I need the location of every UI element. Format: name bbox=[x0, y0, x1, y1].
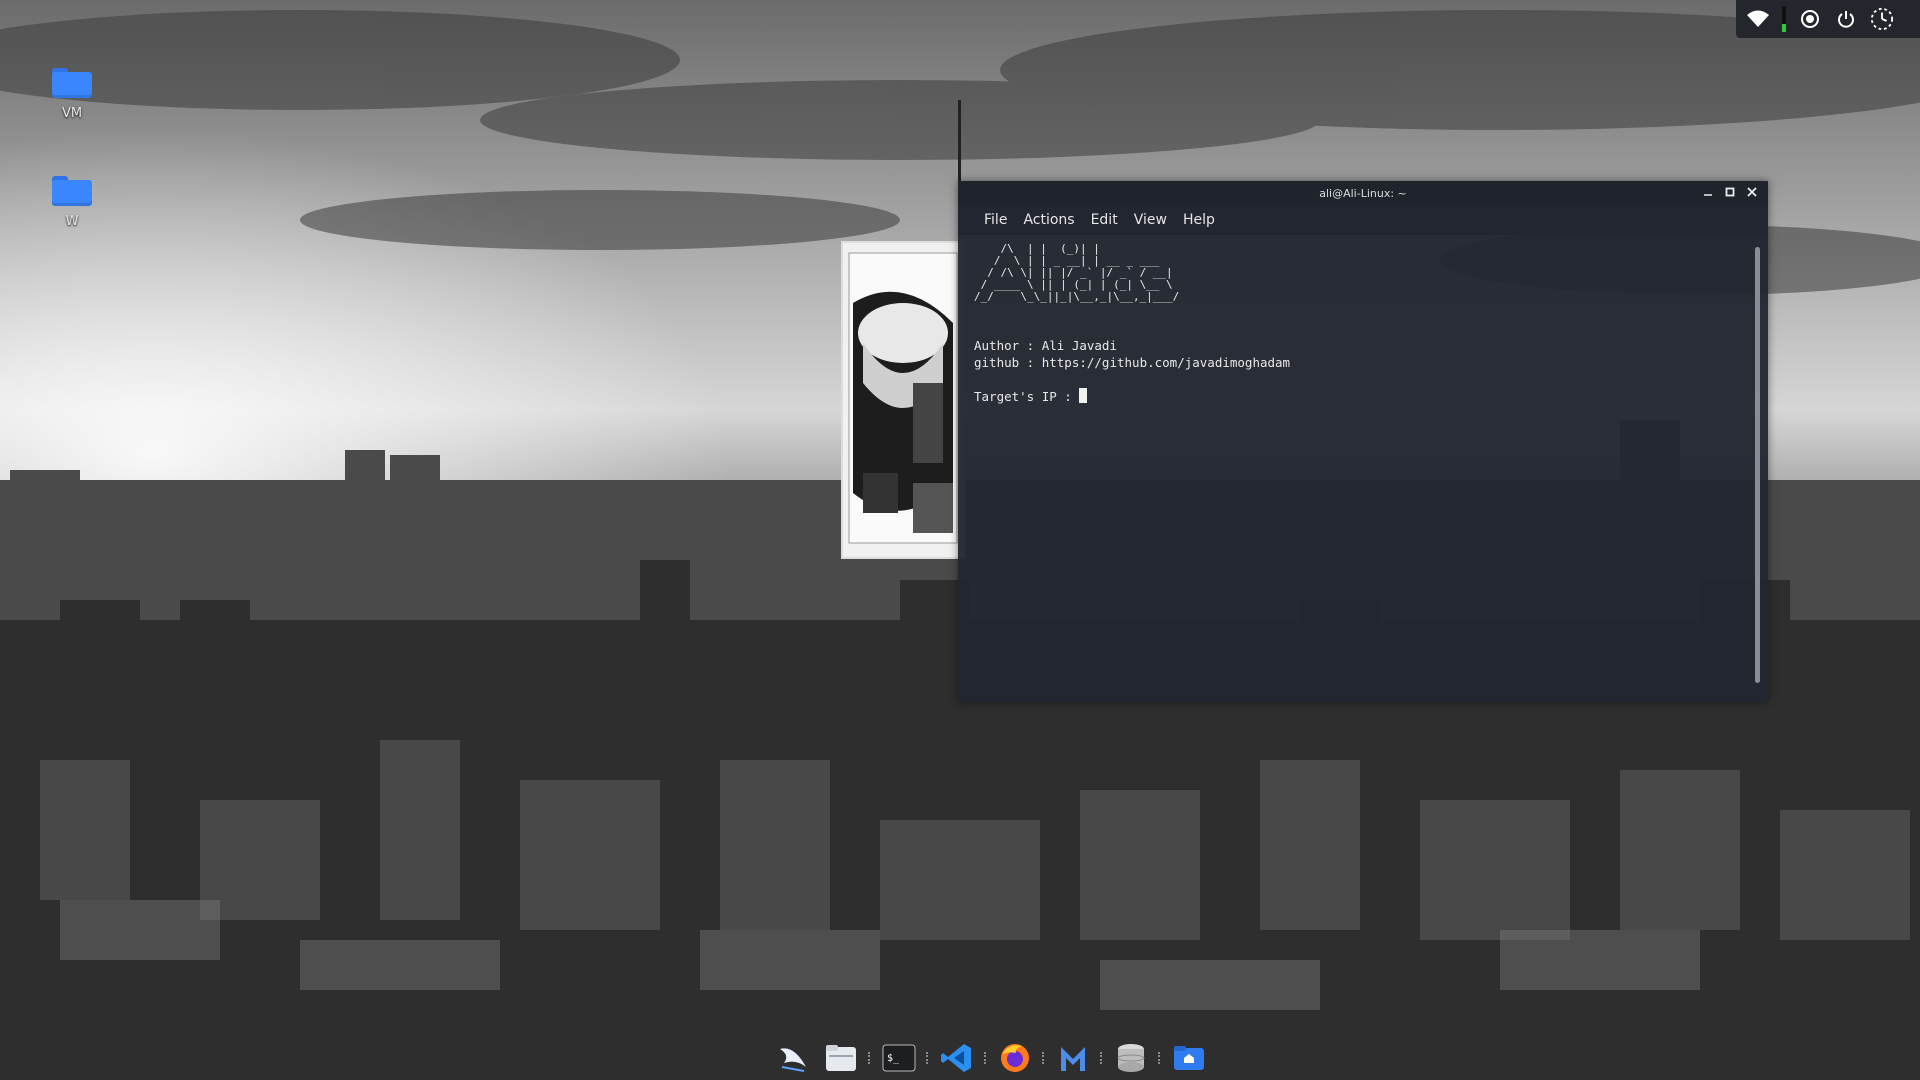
close-button[interactable] bbox=[1744, 184, 1760, 200]
kali-dragon-icon bbox=[780, 1048, 806, 1072]
terminal-menubar: File Actions Edit View Help bbox=[958, 205, 1768, 235]
dock-separator bbox=[926, 1052, 930, 1064]
maximize-button[interactable] bbox=[1722, 184, 1738, 200]
window-title: ali@Ali-Linux: ~ bbox=[1319, 186, 1407, 200]
dock-separator bbox=[868, 1052, 872, 1064]
close-icon bbox=[1747, 187, 1757, 197]
terminal-window[interactable]: ali@Ali-Linux: ~ File Actions Edit View … bbox=[958, 181, 1768, 702]
maltego-launcher[interactable] bbox=[1052, 1038, 1094, 1078]
terminal-launcher[interactable]: $_ bbox=[878, 1038, 920, 1078]
maltego-icon bbox=[1061, 1047, 1085, 1071]
record-icon[interactable] bbox=[1798, 7, 1822, 31]
vscode-launcher[interactable] bbox=[936, 1038, 978, 1078]
memory-meter bbox=[1782, 6, 1786, 32]
kali-dragon-launcher[interactable] bbox=[772, 1038, 814, 1078]
mask-poster-image bbox=[841, 241, 965, 559]
dock-separator bbox=[984, 1052, 988, 1064]
folder-icon bbox=[52, 68, 92, 100]
vscode-icon bbox=[941, 1044, 971, 1072]
folder-icon bbox=[52, 176, 92, 208]
dock-separator bbox=[1158, 1052, 1162, 1064]
menu-help[interactable]: Help bbox=[1175, 208, 1223, 232]
firefox-icon bbox=[1001, 1044, 1029, 1072]
terminal-icon: $_ bbox=[882, 1044, 916, 1072]
menu-file[interactable]: File bbox=[976, 208, 1015, 232]
home-folder-launcher[interactable] bbox=[1168, 1038, 1210, 1078]
desktop-folder-label: W bbox=[65, 214, 79, 229]
minimize-button[interactable] bbox=[1700, 184, 1716, 200]
database-launcher[interactable] bbox=[1110, 1038, 1152, 1078]
svg-text:$_: $_ bbox=[887, 1053, 900, 1064]
desktop-folder-label: VM bbox=[61, 106, 83, 121]
ascii-banner: /\ | | (_)| | / \ | | _ __| | __ _ ___ /… bbox=[974, 242, 1180, 303]
dock: $_ bbox=[772, 1038, 1210, 1078]
files-icon bbox=[826, 1045, 856, 1071]
terminal-scrollbar[interactable] bbox=[1755, 247, 1760, 683]
files-launcher[interactable] bbox=[820, 1038, 862, 1078]
firefox-launcher[interactable] bbox=[994, 1038, 1036, 1078]
menu-actions[interactable]: Actions bbox=[1015, 208, 1082, 232]
terminal-output[interactable]: /\ | | (_)| | / \ | | _ __| | __ _ ___ /… bbox=[958, 235, 1768, 702]
desktop-folder-vm[interactable]: VM bbox=[22, 68, 122, 121]
desktop-folder-w[interactable]: W bbox=[22, 176, 122, 229]
maximize-icon bbox=[1725, 187, 1735, 197]
clock-icon[interactable] bbox=[1870, 7, 1894, 31]
window-titlebar[interactable]: ali@Ali-Linux: ~ bbox=[958, 181, 1768, 205]
database-icon bbox=[1117, 1044, 1145, 1072]
home-folder-icon bbox=[1174, 1046, 1204, 1070]
system-tray bbox=[1736, 0, 1920, 38]
dock-separator bbox=[1100, 1052, 1104, 1064]
minimize-icon bbox=[1704, 194, 1712, 196]
author-line: Author : Ali Javadi bbox=[974, 338, 1117, 353]
menu-view[interactable]: View bbox=[1126, 208, 1175, 232]
github-line: github : https://github.com/javadimoghad… bbox=[974, 355, 1291, 370]
target-ip-prompt: Target's IP : bbox=[974, 389, 1080, 404]
dock-separator bbox=[1042, 1052, 1046, 1064]
wifi-icon[interactable] bbox=[1746, 7, 1770, 31]
menu-edit[interactable]: Edit bbox=[1083, 208, 1126, 232]
terminal-cursor bbox=[1079, 388, 1088, 403]
power-icon[interactable] bbox=[1834, 7, 1858, 31]
